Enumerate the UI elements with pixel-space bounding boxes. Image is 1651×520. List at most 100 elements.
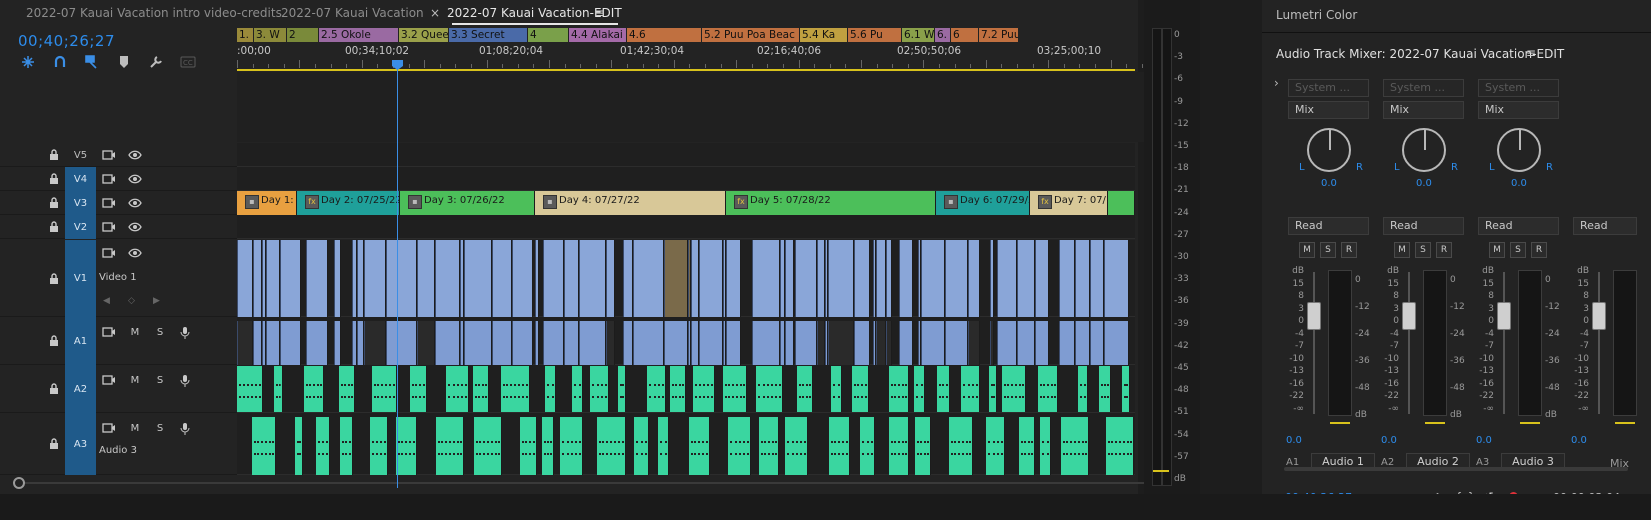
audio-clip[interactable] bbox=[752, 321, 780, 365]
audio-clip[interactable] bbox=[1106, 417, 1134, 475]
video-clip[interactable] bbox=[945, 240, 968, 317]
audio-clip[interactable] bbox=[274, 366, 283, 412]
expand-effects-icon[interactable]: › bbox=[1274, 76, 1279, 90]
audio-clip[interactable] bbox=[664, 321, 688, 365]
mixer-title[interactable]: Audio Track Mixer: 2022-07 Kauai Vacatio… bbox=[1276, 47, 1564, 61]
work-area-bar[interactable] bbox=[237, 69, 1135, 71]
video-clip[interactable] bbox=[237, 240, 253, 317]
audio-clip[interactable] bbox=[304, 366, 324, 412]
audio-clip[interactable] bbox=[306, 321, 328, 365]
video-clip[interactable] bbox=[828, 240, 854, 317]
audio-clip[interactable] bbox=[756, 366, 783, 412]
audio-clip[interactable] bbox=[1099, 366, 1111, 412]
track-v2[interactable]: V2 bbox=[0, 215, 1178, 239]
toggle-sync-lock-icon[interactable] bbox=[102, 196, 116, 210]
solo-button[interactable]: S bbox=[1415, 242, 1431, 258]
send-mode-select[interactable]: Mix bbox=[1478, 101, 1559, 119]
audio-clip[interactable] bbox=[542, 417, 554, 475]
video-clip[interactable] bbox=[633, 240, 664, 317]
input-select[interactable]: System ... bbox=[1383, 79, 1464, 97]
audio-clip[interactable] bbox=[396, 417, 417, 475]
track-v5[interactable]: V5 bbox=[0, 143, 1178, 167]
toggle-output-eye-icon[interactable] bbox=[128, 148, 142, 162]
lock-icon[interactable] bbox=[47, 437, 61, 451]
playhead-timecode[interactable]: 00;40;26;27 bbox=[18, 32, 115, 50]
track-v4[interactable]: V4 bbox=[0, 167, 1178, 191]
audio-clip[interactable] bbox=[989, 366, 997, 412]
track-target-v5[interactable]: V5 bbox=[65, 143, 96, 167]
video-clip[interactable] bbox=[623, 240, 633, 317]
toggle-output-eye-icon[interactable] bbox=[128, 220, 142, 234]
audio-clip[interactable] bbox=[785, 417, 808, 475]
lock-icon[interactable] bbox=[47, 148, 61, 162]
toggle-sync-lock-icon[interactable] bbox=[102, 220, 116, 234]
voice-over-mic-icon[interactable] bbox=[178, 421, 192, 435]
audio-clip[interactable] bbox=[797, 366, 813, 412]
toggle-sync-lock-icon[interactable] bbox=[102, 325, 116, 339]
video-clip[interactable] bbox=[357, 240, 364, 317]
audio-clip[interactable] bbox=[295, 417, 303, 475]
video-clip[interactable] bbox=[464, 240, 492, 317]
audio-clip[interactable] bbox=[370, 417, 388, 475]
mute-button[interactable]: M bbox=[1394, 242, 1410, 258]
mute-button[interactable]: M bbox=[128, 325, 142, 339]
audio-clip[interactable] bbox=[945, 321, 968, 365]
audio-clip[interactable] bbox=[1035, 321, 1049, 365]
audio-clip[interactable] bbox=[572, 366, 583, 412]
audio-clip[interactable] bbox=[886, 321, 892, 365]
video-clip[interactable] bbox=[726, 240, 741, 317]
settings-wrench-icon[interactable] bbox=[148, 54, 164, 70]
volume-fader[interactable] bbox=[1592, 302, 1606, 330]
video-clip[interactable] bbox=[795, 240, 817, 317]
track-a3[interactable]: A3 M S Audio 3 bbox=[0, 413, 1178, 475]
record-enable-button[interactable]: R bbox=[1436, 242, 1452, 258]
audio-clip[interactable] bbox=[316, 417, 330, 475]
video-clip[interactable] bbox=[579, 240, 606, 317]
sequence-marker[interactable]: 3.2 Queensb bbox=[399, 28, 449, 42]
track-target-v1[interactable]: V1 bbox=[65, 240, 96, 317]
audio-clip[interactable] bbox=[876, 321, 886, 365]
video-clip[interactable] bbox=[886, 240, 892, 317]
fader-track[interactable] bbox=[1313, 272, 1315, 414]
video-clip[interactable] bbox=[492, 240, 512, 317]
lock-icon[interactable] bbox=[47, 172, 61, 186]
video-clip[interactable] bbox=[691, 240, 699, 317]
title-clip[interactable]: ▪ Day 1: bbox=[237, 191, 297, 215]
audio-clip[interactable] bbox=[1017, 321, 1035, 365]
audio-clip[interactable] bbox=[474, 417, 502, 475]
video-clip[interactable] bbox=[1017, 240, 1035, 317]
sequence-marker[interactable]: 6.1 W bbox=[902, 28, 935, 42]
volume-value[interactable]: 0.0 bbox=[1571, 435, 1587, 446]
title-clip[interactable]: ▪ Day 6: 07/29/2 bbox=[936, 191, 1030, 215]
captions-icon[interactable]: CC bbox=[180, 54, 196, 70]
video-clip[interactable] bbox=[435, 240, 460, 317]
add-marker-icon[interactable] bbox=[84, 54, 100, 70]
audio-clip[interactable] bbox=[334, 321, 341, 365]
video-clip[interactable] bbox=[417, 240, 435, 317]
sequence-marker[interactable]: 5.6 Pu bbox=[848, 28, 902, 42]
audio-clip[interactable] bbox=[535, 321, 539, 365]
pan-knob[interactable] bbox=[1307, 128, 1351, 172]
track-a1[interactable]: A1 M S bbox=[0, 317, 1178, 365]
audio-clip[interactable] bbox=[266, 321, 280, 365]
audio-clip[interactable] bbox=[501, 366, 530, 412]
audio-clip[interactable] bbox=[417, 321, 435, 365]
audio-clip[interactable] bbox=[699, 321, 723, 365]
audio-clip[interactable] bbox=[623, 321, 633, 365]
pan-value[interactable]: 0.0 bbox=[1511, 178, 1527, 189]
audio-clip[interactable] bbox=[852, 366, 869, 412]
mute-button[interactable]: M bbox=[128, 421, 142, 435]
audio-clip[interactable] bbox=[597, 417, 626, 475]
audio-clip[interactable] bbox=[829, 417, 850, 475]
pan-value[interactable]: 0.0 bbox=[1321, 178, 1337, 189]
audio-clip[interactable] bbox=[693, 366, 715, 412]
sequence-marker[interactable]: 5.4 Ka bbox=[800, 28, 848, 42]
volume-fader[interactable] bbox=[1307, 302, 1321, 330]
playhead-line[interactable] bbox=[397, 68, 398, 488]
audio-clip[interactable] bbox=[723, 366, 747, 412]
title-clip[interactable] bbox=[1108, 191, 1135, 215]
audio-clip[interactable] bbox=[1078, 366, 1088, 412]
horizontal-scrollbar[interactable] bbox=[18, 482, 1173, 484]
audio-clip[interactable] bbox=[410, 366, 427, 412]
audio-clip[interactable] bbox=[492, 321, 512, 365]
